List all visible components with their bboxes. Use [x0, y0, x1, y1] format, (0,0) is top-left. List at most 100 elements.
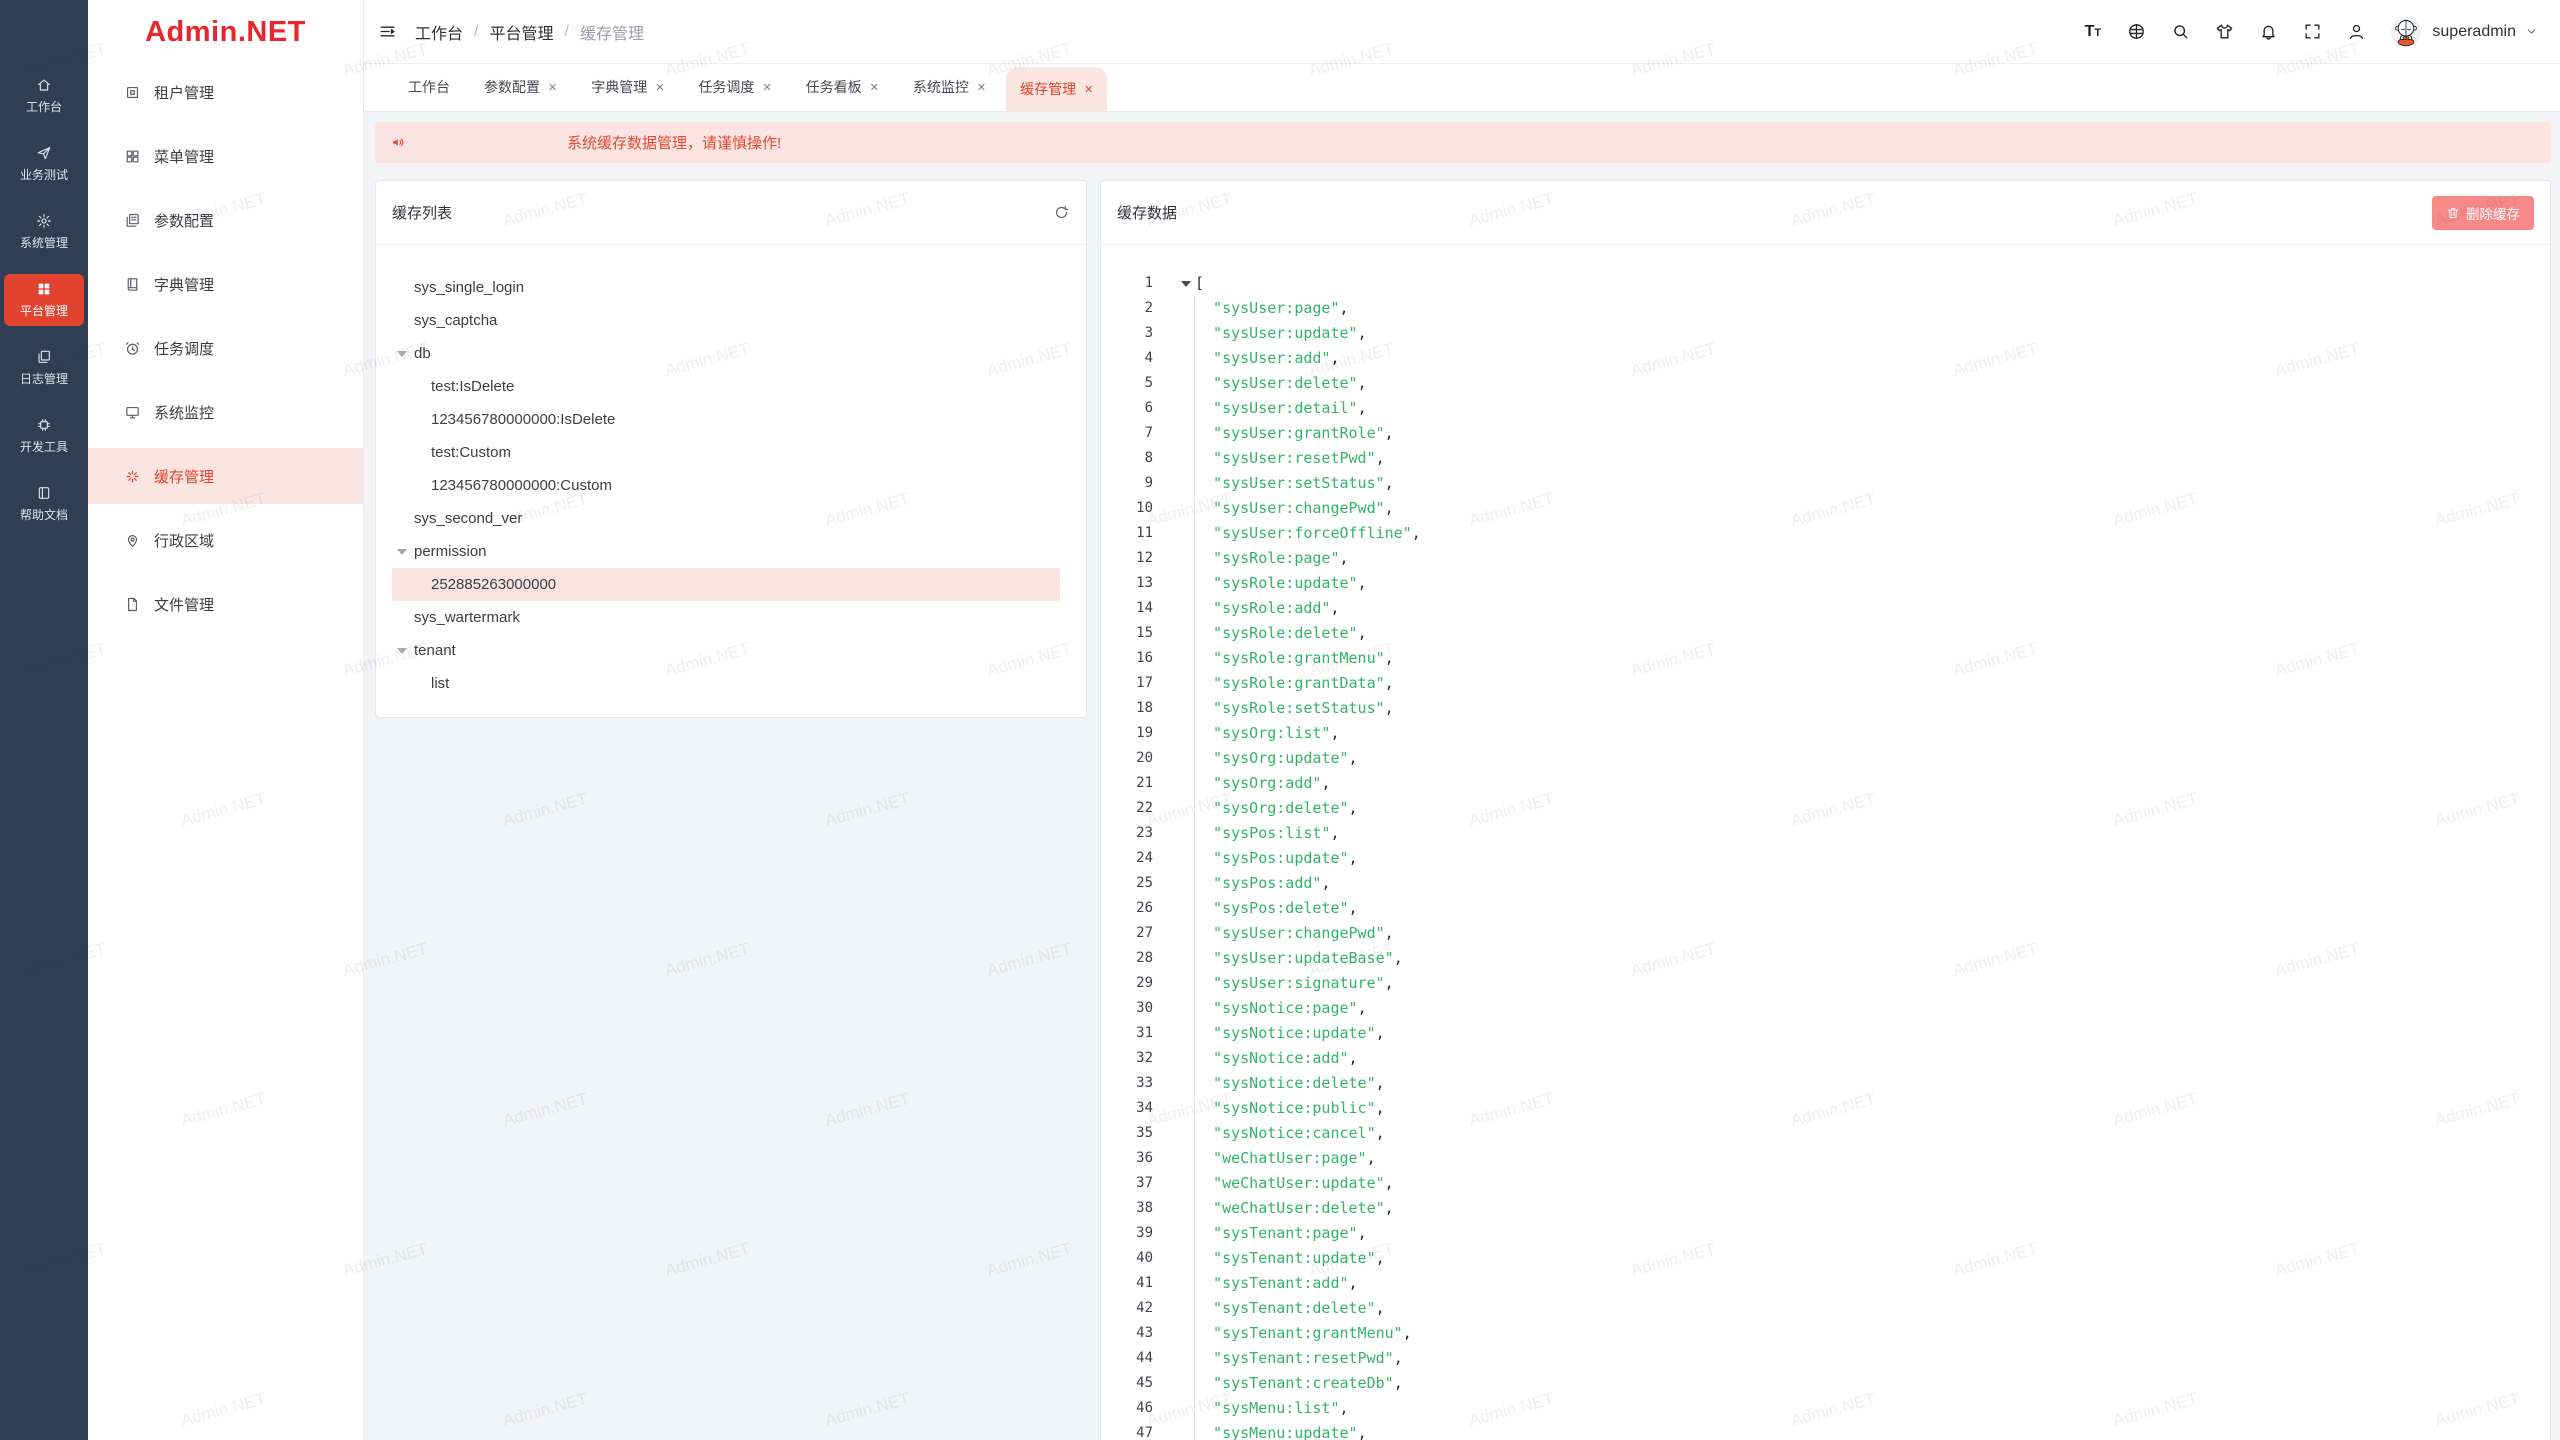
line-number: 15	[1101, 621, 1153, 646]
tab-label: 任务调度	[698, 77, 754, 97]
sidebar-item[interactable]: 行政区域	[88, 512, 363, 568]
tree-node[interactable]: 123456780000000:Custom	[392, 469, 1060, 502]
tree-node[interactable]: 123456780000000:IsDelete	[392, 403, 1060, 436]
tab-label: 字典管理	[591, 77, 647, 97]
rail-menu: 工作台业务测试系统管理平台管理日志管理开发工具帮助文档	[0, 70, 88, 546]
json-string: "sysPos:delete"	[1195, 899, 1349, 917]
font-size-icon[interactable]: TT	[2083, 22, 2102, 41]
json-string: "sysPos:list"	[1195, 824, 1330, 842]
breadcrumb-item[interactable]: 工作台	[415, 20, 463, 44]
tree-node[interactable]: 252885263000000	[392, 568, 1060, 601]
json-string: "sysOrg:update"	[1195, 749, 1349, 767]
tab[interactable]: 任务调度 ✕	[684, 63, 785, 111]
tree-node[interactable]: test:Custom	[392, 436, 1060, 469]
tree-node[interactable]: sys_single_login	[392, 271, 1060, 304]
chevron-down-icon[interactable]	[2525, 25, 2538, 38]
json-comma: ,	[1394, 1349, 1403, 1367]
code-line: 36 "weChatUser:page",	[1101, 1146, 2550, 1171]
user-avatar[interactable]	[2391, 17, 2421, 47]
cache-list-header: 缓存列表	[376, 181, 1086, 245]
tab[interactable]: 字典管理 ✕	[577, 63, 678, 111]
sidebar-item-label: 文件管理	[154, 594, 214, 615]
code-line: 18 "sysRole:setStatus",	[1101, 696, 2550, 721]
rail-item[interactable]: 日志管理	[4, 342, 84, 394]
rail-item[interactable]: 开发工具	[4, 410, 84, 462]
fold-triangle-icon[interactable]	[1181, 281, 1191, 287]
sidebar-item[interactable]: 菜单管理	[88, 128, 363, 184]
tab-close-icon[interactable]: ✕	[870, 81, 879, 94]
notification-bell-icon[interactable]	[2259, 22, 2278, 41]
code-line: 40 "sysTenant:update",	[1101, 1246, 2550, 1271]
code-gutter	[1153, 1196, 1195, 1221]
app-logo[interactable]	[20, 8, 68, 56]
line-number: 6	[1101, 396, 1153, 421]
json-string: "weChatUser:delete"	[1195, 1199, 1385, 1217]
rail-item[interactable]: 系统管理	[4, 206, 84, 258]
sidebar-item[interactable]: 文件管理	[88, 576, 363, 632]
json-string: "sysNotice:update"	[1195, 1024, 1376, 1042]
sidebar-item[interactable]: 租户管理	[88, 64, 363, 120]
refresh-icon[interactable]	[1053, 204, 1070, 221]
caret-down-icon[interactable]	[397, 549, 407, 555]
tree-node[interactable]: permission	[392, 535, 1060, 568]
rail-item[interactable]: 帮助文档	[4, 478, 84, 530]
translate-icon[interactable]	[2127, 22, 2146, 41]
sidebar-item[interactable]: 字典管理	[88, 256, 363, 312]
tab[interactable]: 工作台	[394, 63, 464, 111]
json-comma: ,	[1349, 1049, 1358, 1067]
caret-down-icon[interactable]	[397, 648, 407, 654]
tab-close-icon[interactable]: ✕	[655, 81, 664, 94]
tree-node[interactable]: sys_wartermark	[392, 601, 1060, 634]
json-comma: ,	[1349, 899, 1358, 917]
tab[interactable]: 任务看板✕	[792, 63, 893, 111]
tree-node[interactable]: sys_captcha	[392, 304, 1060, 337]
json-string: "sysRole:add"	[1195, 599, 1330, 617]
tab[interactable]: 参数配置✕	[470, 63, 571, 111]
delete-cache-button[interactable]: 删除缓存	[2432, 196, 2534, 230]
tab[interactable]: 缓存管理✕	[1006, 67, 1107, 111]
line-number: 34	[1101, 1096, 1153, 1121]
tab-close-icon[interactable]: ✕	[977, 81, 986, 94]
json-string: "sysTenant:update"	[1195, 1249, 1376, 1267]
tab[interactable]: 系统监控✕	[899, 63, 1000, 111]
sidebar-item[interactable]: 缓存管理	[88, 448, 363, 504]
tree-node[interactable]: test:IsDelete	[392, 370, 1060, 403]
code-text: "sysUser:delete",	[1195, 371, 1367, 396]
code-gutter	[1153, 396, 1195, 421]
json-comma: ,	[1330, 599, 1339, 617]
username-label[interactable]: superadmin	[2432, 23, 2516, 41]
tab-close-icon[interactable]: ✕	[762, 81, 771, 94]
tree-node[interactable]: sys_second_ver	[392, 502, 1060, 535]
line-number: 42	[1101, 1296, 1153, 1321]
rail-item[interactable]: 业务测试	[4, 138, 84, 190]
breadcrumb-item[interactable]: 平台管理	[489, 20, 553, 44]
caret-down-icon[interactable]	[397, 351, 407, 357]
sidebar-item[interactable]: 任务调度	[88, 320, 363, 376]
tab-close-icon[interactable]: ✕	[1084, 83, 1093, 96]
line-number: 16	[1101, 646, 1153, 671]
code-gutter	[1153, 671, 1195, 696]
code-line: 35 "sysNotice:cancel",	[1101, 1121, 2550, 1146]
sidebar-item[interactable]: 参数配置	[88, 192, 363, 248]
search-icon[interactable]	[2171, 22, 2190, 41]
rail-item[interactable]: 平台管理	[4, 274, 84, 326]
json-comma: ,	[1358, 399, 1367, 417]
tree-node[interactable]: db	[392, 337, 1060, 370]
json-comma: ,	[1358, 1424, 1367, 1440]
tree-node[interactable]: tenant	[392, 634, 1060, 667]
fullscreen-icon[interactable]	[2303, 22, 2322, 41]
code-gutter	[1153, 296, 1195, 321]
json-string: "sysUser:forceOffline"	[1195, 524, 1412, 542]
theme-shirt-icon[interactable]	[2215, 22, 2234, 41]
code-text: "sysRole:grantMenu",	[1195, 646, 1394, 671]
user-icon[interactable]	[2347, 22, 2366, 41]
json-string: "sysNotice:cancel"	[1195, 1124, 1376, 1142]
code-text: "sysTenant:createDb",	[1195, 1371, 1403, 1396]
rail-item[interactable]: 工作台	[4, 70, 84, 122]
tab-close-icon[interactable]: ✕	[548, 81, 557, 94]
tree-node[interactable]: list	[392, 667, 1060, 700]
sidebar-item[interactable]: 系统监控	[88, 384, 363, 440]
collapse-menu-icon[interactable]	[378, 22, 397, 41]
line-number: 47	[1101, 1421, 1153, 1440]
code-line: 17 "sysRole:grantData",	[1101, 671, 2550, 696]
